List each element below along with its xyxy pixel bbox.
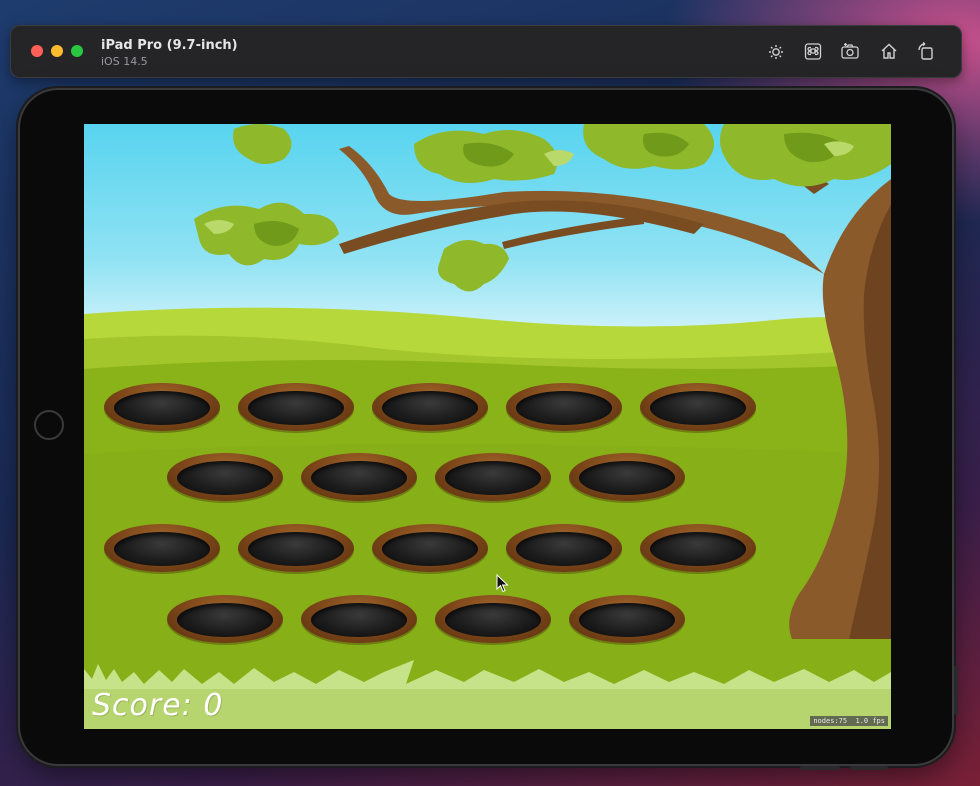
mole-hole[interactable] (104, 383, 220, 431)
screenshot-icon[interactable] (840, 41, 860, 61)
home-icon[interactable] (879, 41, 899, 61)
simulator-titlebar: iPad Pro (9.7-inch) iOS 14.5 (10, 25, 962, 78)
game-screen[interactable]: Score: 0 nodes:75 1.0 fps (84, 124, 891, 729)
mole-hole[interactable] (238, 383, 354, 431)
minimize-window-button[interactable] (51, 45, 63, 57)
home-button[interactable] (34, 410, 64, 440)
score-value: 0 (203, 688, 224, 723)
mole-hole[interactable] (435, 453, 551, 501)
mole-hole[interactable] (372, 383, 488, 431)
side-button-2[interactable] (850, 766, 888, 770)
mole-hole[interactable] (640, 524, 756, 572)
command-icon[interactable] (803, 41, 823, 61)
mole-hole[interactable] (301, 453, 417, 501)
rotate-icon[interactable] (916, 41, 936, 61)
mole-hole[interactable] (372, 524, 488, 572)
zoom-window-button[interactable] (71, 45, 83, 57)
mole-hole[interactable] (104, 524, 220, 572)
mole-hole[interactable] (506, 524, 622, 572)
mole-hole[interactable] (238, 524, 354, 572)
close-window-button[interactable] (31, 45, 43, 57)
mole-hole[interactable] (435, 595, 551, 643)
mole-hole[interactable] (569, 595, 685, 643)
score-display: Score: 0 (92, 688, 223, 723)
mole-hole[interactable] (167, 595, 283, 643)
mole-hole[interactable] (167, 453, 283, 501)
mole-hole[interactable] (569, 453, 685, 501)
score-label: Score: (92, 688, 193, 723)
os-version: iOS 14.5 (101, 55, 148, 68)
mole-hole[interactable] (301, 595, 417, 643)
debug-stats: nodes:75 1.0 fps (810, 716, 888, 726)
side-button[interactable] (800, 766, 840, 770)
mouse-cursor-icon (496, 574, 509, 593)
mole-hole[interactable] (640, 383, 756, 431)
device-name: iPad Pro (9.7-inch) (101, 38, 238, 53)
brightness-icon[interactable] (766, 41, 786, 61)
mole-hole[interactable] (506, 383, 622, 431)
volume-button[interactable] (954, 665, 958, 715)
